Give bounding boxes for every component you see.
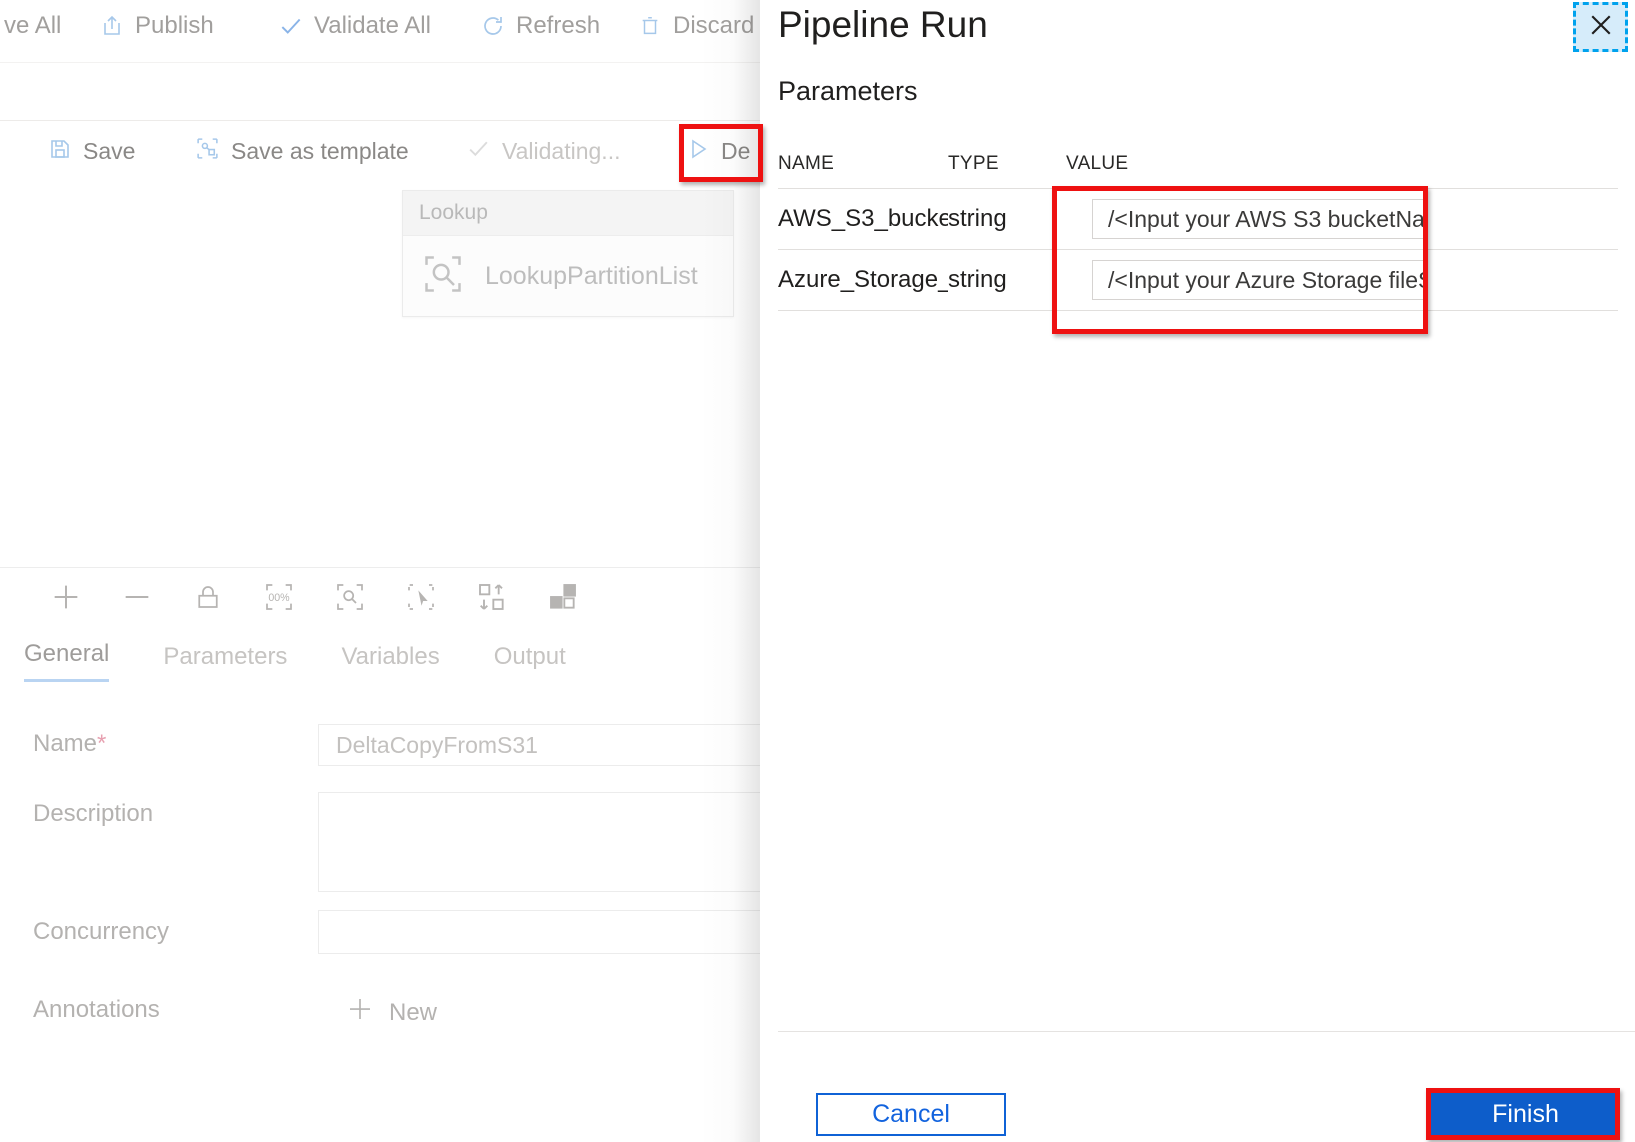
activity-category: Lookup <box>403 191 733 236</box>
zoom-in-icon[interactable] <box>30 572 101 622</box>
add-annotation-button[interactable]: New <box>345 994 437 1031</box>
pipeline-command-bar: Save Save as template Validating... De <box>0 120 760 184</box>
column-header-value: VALUE <box>1066 153 1129 174</box>
close-x-icon <box>1586 10 1616 45</box>
refresh-button[interactable]: Refresh <box>480 6 600 46</box>
save-as-template-button[interactable]: Save as template <box>195 129 409 174</box>
zoom-out-icon[interactable] <box>101 572 172 622</box>
debug-label: De <box>721 138 751 164</box>
refresh-circle-icon <box>480 13 506 39</box>
required-asterisk: * <box>97 730 107 757</box>
zoom-to-fit-icon[interactable] <box>314 572 385 622</box>
publish-label: Publish <box>135 12 214 39</box>
select-marquee-icon[interactable] <box>385 572 456 622</box>
publish-button[interactable]: Publish <box>99 6 214 46</box>
floppy-save-icon <box>48 137 72 167</box>
validate-all-label: Validate All <box>314 12 431 39</box>
discard-label: Discard <box>673 12 755 39</box>
table-row: AWS_S3_bucketN string /<Input your AWS S… <box>778 188 1618 249</box>
pipeline-run-panel: Pipeline Run Parameters NAME TYPE VALUE … <box>760 0 1635 1142</box>
validating-label: Validating... <box>502 138 621 164</box>
concurrency-label: Concurrency <box>33 918 170 945</box>
app-root: ve All Publish Validate All Refresh Disc… <box>0 0 1635 1142</box>
publish-upload-icon <box>99 13 125 39</box>
annotations-label: Annotations <box>33 996 160 1023</box>
parameters-table: NAME TYPE VALUE AWS_S3_bucketN string /<… <box>778 140 1618 311</box>
tab-variables[interactable]: Variables <box>341 643 439 682</box>
column-header-type: TYPE <box>948 153 999 174</box>
play-triangle-icon <box>686 137 710 167</box>
checkmark-icon <box>278 13 304 39</box>
canvas-zoom-toolbar: 00% <box>0 567 760 626</box>
validate-all-button[interactable]: Validate All <box>278 6 431 46</box>
tab-output[interactable]: Output <box>494 643 566 682</box>
table-row: Azure_Storage_fi string /<Input your Azu… <box>778 249 1618 311</box>
lock-icon[interactable] <box>172 572 243 622</box>
panel-title: Pipeline Run <box>778 4 988 45</box>
column-header-name: NAME <box>778 153 835 174</box>
parameter-type: string <box>948 266 1007 293</box>
svg-text:00%: 00% <box>268 592 290 604</box>
tab-parameters[interactable]: Parameters <box>163 643 287 682</box>
auto-align-icon[interactable] <box>456 572 527 622</box>
debug-button[interactable]: De <box>686 129 750 174</box>
save-all-label: ve All <box>4 12 62 39</box>
checkmark-icon <box>466 136 491 167</box>
plus-icon <box>345 994 375 1031</box>
activity-card-lookup[interactable]: Lookup LookupPartitionList <box>402 190 734 317</box>
top-command-bar: ve All Publish Validate All Refresh Disc… <box>0 0 760 63</box>
parameter-type: string <box>948 205 1007 232</box>
pipeline-name-input[interactable]: DeltaCopyFromS31 <box>318 724 760 766</box>
pipeline-description-input[interactable] <box>318 792 760 892</box>
name-label: Name* <box>33 730 107 757</box>
save-label: Save <box>83 138 136 164</box>
parameter-name: Azure_Storage_fi <box>778 266 948 293</box>
parameter-value-input-aws-s3-bucketname[interactable]: /<Input your AWS S3 bucketNam <box>1092 199 1426 239</box>
parameter-value-input-azure-storage-filesystem[interactable]: /<Input your Azure Storage fileSy <box>1092 260 1426 300</box>
description-label: Description <box>33 800 154 827</box>
save-as-template-label: Save as template <box>231 138 409 164</box>
activity-name: LookupPartitionList <box>485 261 698 290</box>
pipeline-editor-background: ve All Publish Validate All Refresh Disc… <box>0 0 760 1142</box>
auto-layout-icon[interactable] <box>527 572 598 622</box>
cancel-button[interactable]: Cancel <box>816 1093 1006 1136</box>
properties-tabstrip: General Parameters Variables Output <box>0 624 760 683</box>
parameters-section-title: Parameters <box>778 76 918 106</box>
pipeline-canvas[interactable]: Lookup LookupPartitionList <box>0 182 760 567</box>
lookup-magnifier-icon <box>421 252 465 301</box>
save-button[interactable]: Save <box>48 129 135 174</box>
finish-button[interactable]: Finish <box>1431 1093 1620 1136</box>
zoom-to-100-percent-icon[interactable]: 00% <box>243 572 314 622</box>
refresh-label: Refresh <box>516 12 601 39</box>
concurrency-input[interactable] <box>318 910 760 954</box>
tab-general[interactable]: General <box>24 640 110 682</box>
trash-icon <box>637 13 663 39</box>
close-panel-button[interactable] <box>1573 2 1628 52</box>
table-header-row: NAME TYPE VALUE <box>778 140 1618 188</box>
parameter-name: AWS_S3_bucketN <box>778 205 948 232</box>
template-share-icon <box>195 136 220 167</box>
footer-divider <box>778 1031 1635 1032</box>
discard-button[interactable]: Discard <box>637 6 754 46</box>
save-all-button[interactable]: ve All <box>0 6 61 46</box>
validating-status: Validating... <box>466 129 620 174</box>
add-annotation-label: New <box>389 998 438 1026</box>
general-tab-form: Name* DeltaCopyFromS31 Description Concu… <box>0 682 760 1142</box>
